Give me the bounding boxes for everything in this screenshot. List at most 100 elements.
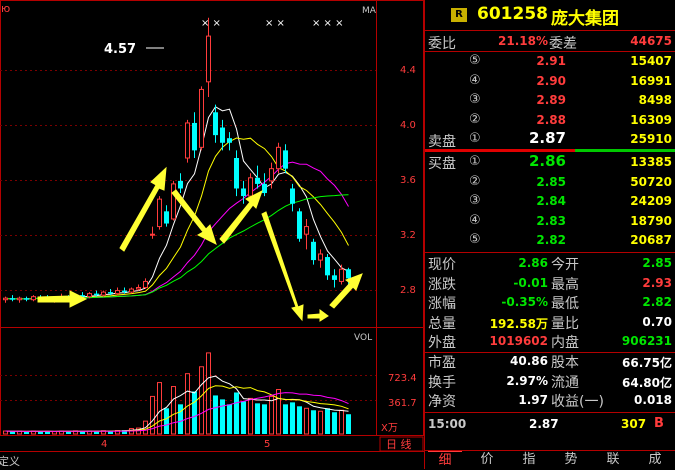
ma-lines — [5, 106, 349, 300]
sell-row[interactable]: ① 2.87 25910 — [425, 129, 675, 149]
candle-body — [346, 269, 351, 279]
candle-body — [171, 183, 176, 220]
arrow-down-2 — [261, 211, 304, 322]
fund-row: 换手 2.97% 流通 64.80亿 — [425, 370, 675, 391]
weidiff-label: 委差 — [549, 36, 577, 52]
volume-bar — [248, 397, 253, 435]
tab-4[interactable]: 联 — [596, 451, 630, 469]
sell-volume: 15407 — [630, 54, 672, 68]
weibi-value: 21.18% — [498, 34, 548, 48]
candle-body — [220, 127, 225, 143]
fund-label: 净资 — [428, 394, 456, 410]
sell-orders: 卖盘 ⑤ 2.91 15407 ④ 2.90 16991 ③ 2.89 8498 ② 2.88 163… — [425, 51, 675, 150]
candle-body — [269, 168, 274, 182]
stat-value: 2.85 — [642, 256, 672, 270]
vol-label: VOL — [354, 333, 372, 343]
price-tick-3: 3.6 — [400, 175, 416, 186]
buy-price: 2.84 — [536, 194, 566, 208]
stat-value: 1019602 — [489, 334, 548, 349]
candle-body — [332, 275, 337, 280]
badge-r: R — [451, 8, 467, 22]
price-tick-2: 4.0 — [400, 120, 416, 131]
ma-line — [5, 106, 349, 300]
candle-body — [178, 180, 183, 189]
candle-body — [339, 268, 344, 282]
sell-price: 2.87 — [528, 129, 566, 147]
arrow-down-1 — [171, 189, 217, 245]
candle-body — [10, 298, 15, 300]
tab-0[interactable]: 细 — [428, 451, 462, 470]
price-tick-1: 4.4 — [400, 65, 416, 76]
buy-price: 2.83 — [536, 213, 566, 228]
marker-2: × × — [265, 18, 285, 29]
volume-bar — [164, 408, 169, 434]
volume-bar — [297, 406, 302, 434]
volume-bar — [213, 395, 218, 434]
candle-body — [262, 183, 267, 194]
sell-level: ③ — [469, 92, 481, 107]
buy-row[interactable]: ④ 2.83 18790 — [425, 211, 675, 231]
sell-row[interactable]: ② 2.88 16309 — [425, 110, 675, 130]
volume-panel-frame — [0, 327, 424, 436]
buy-row[interactable]: ① 2.86 13385 — [425, 152, 675, 172]
sell-volume: 25910 — [630, 132, 672, 146]
fund-value: 2.97% — [506, 373, 548, 388]
volume-bar — [283, 404, 288, 434]
buy-row[interactable]: ⑤ 2.82 20687 — [425, 230, 675, 250]
fund-value: 1.97 — [518, 393, 548, 407]
stat-value: 2.93 — [642, 275, 672, 290]
fund-label: 收益(一) — [551, 394, 604, 410]
price-stats: 现价 2.86 今开 2.85 涨跌 -0.01 最高 2.93 涨幅 -0.35% 最低 2.82 总… — [425, 252, 675, 353]
stat-value: 906231 — [621, 334, 672, 349]
ma-line — [5, 194, 349, 300]
buy-row[interactable]: ③ 2.84 24209 — [425, 191, 675, 211]
buy-volume: 20687 — [630, 233, 672, 247]
candle-body — [3, 297, 8, 301]
candle-body — [283, 150, 288, 169]
sell-level: ① — [469, 131, 481, 146]
candle-body — [227, 138, 232, 143]
buy-price: 2.85 — [536, 174, 566, 189]
tab-3[interactable]: 势 — [554, 451, 588, 469]
vol-tick-1: 723.4 — [388, 373, 417, 384]
sell-row[interactable]: ⑤ 2.91 15407 — [425, 51, 675, 71]
volume-bar — [276, 389, 281, 435]
sell-row[interactable]: ③ 2.89 8498 — [425, 90, 675, 110]
buy-row[interactable]: ② 2.85 50720 — [425, 172, 675, 192]
candle-body — [199, 88, 204, 148]
sell-price: 2.90 — [536, 73, 566, 88]
sell-row[interactable]: ④ 2.90 16991 — [425, 71, 675, 91]
sell-level: ④ — [469, 72, 481, 88]
vol-tick-2: 361.7 — [388, 398, 417, 409]
marker-1: × × — [201, 18, 221, 29]
top-left-label: ю — [1, 2, 10, 15]
stat-row: 外盘 1019602 内盘 906231 — [425, 330, 675, 351]
candle-body — [276, 146, 281, 170]
volume-bar — [269, 395, 274, 435]
candle-body — [318, 253, 323, 261]
stat-value: 192.58万 — [489, 316, 548, 331]
volume-bar — [206, 352, 211, 435]
stock-code: 601258 — [477, 4, 548, 24]
volume-bar — [255, 403, 260, 434]
tab-1[interactable]: 价 — [470, 451, 504, 469]
candle-body — [241, 188, 246, 197]
candle-body — [255, 177, 260, 184]
stock-name: 庞大集团 — [551, 9, 619, 29]
tab-5[interactable]: 成 — [638, 451, 672, 469]
volume-bar — [332, 412, 337, 434]
stat-row: 总量 192.58万 量比 0.70 — [425, 311, 675, 332]
kline-chart[interactable]: ю MA × × × × × × × 4.57 4.4 4.0 3.6 3.2 … — [0, 0, 424, 469]
weidiff-value: 44675 — [630, 34, 672, 48]
buy-volume: 18790 — [630, 213, 672, 228]
buy-level: ④ — [469, 212, 481, 228]
volume-bar — [220, 399, 225, 434]
tab-2[interactable]: 指 — [512, 451, 546, 469]
candle-body — [108, 292, 113, 294]
candle-body — [150, 233, 155, 236]
sell-price: 2.91 — [536, 54, 566, 68]
volume-bar — [262, 404, 267, 434]
marker-3: × × × — [312, 18, 344, 29]
candle-body — [192, 122, 197, 151]
candle-body — [325, 257, 330, 276]
